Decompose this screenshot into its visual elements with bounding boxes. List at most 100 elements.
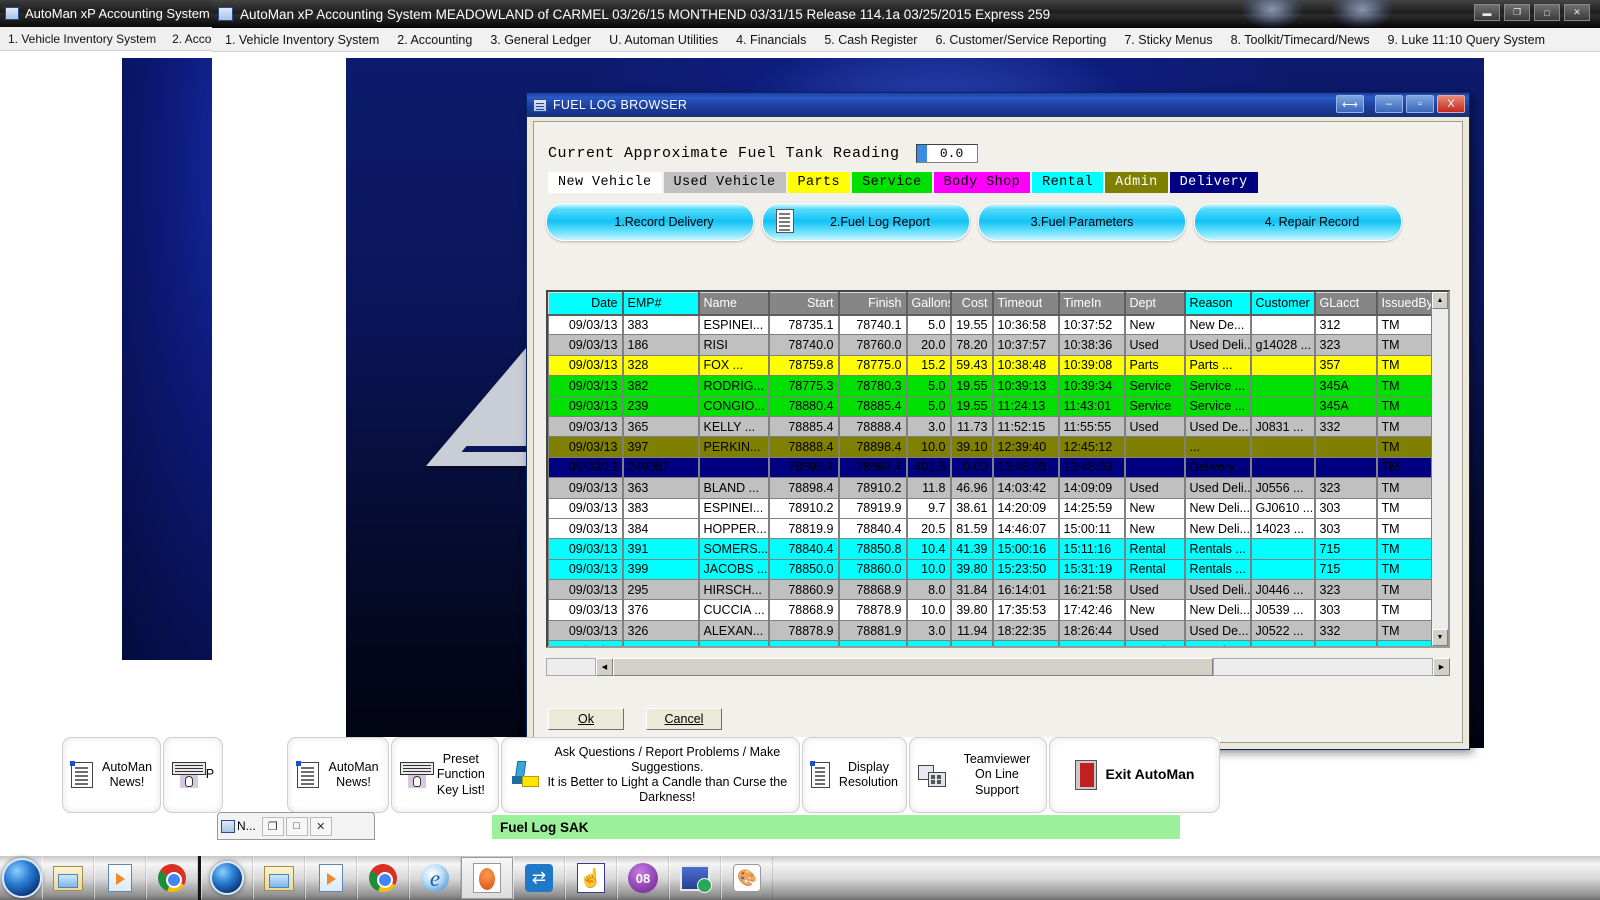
cell-timeout[interactable]: 17:35:53 xyxy=(993,600,1059,620)
cell-start[interactable]: 78898.4 xyxy=(769,457,839,477)
cell-name[interactable]: BLAND ... xyxy=(699,478,769,498)
action-button-3-fuel-parameters[interactable]: 3.Fuel Parameters xyxy=(978,203,1186,241)
taskbar-media-player-icon[interactable] xyxy=(94,857,146,899)
cell-date[interactable]: 09/04/13 xyxy=(549,641,623,646)
cell-customer[interactable] xyxy=(1251,457,1315,477)
cell-issuedby[interactable]: TM xyxy=(1377,478,1432,498)
cell-dept[interactable] xyxy=(1125,457,1185,477)
cell-start[interactable]: 78850.0 xyxy=(769,559,839,579)
windows-orb-icon[interactable] xyxy=(2,858,42,898)
teamviewer-support-button[interactable]: TeamviewerOn Line Support xyxy=(909,737,1047,813)
close-icon[interactable]: ✕ xyxy=(310,817,332,836)
taskbar-remote-monitor-icon[interactable] xyxy=(669,857,721,899)
cell-date[interactable]: 09/03/13 xyxy=(549,539,623,559)
cell-name[interactable]: ALEXAN... xyxy=(699,620,769,640)
cell-date[interactable]: 09/03/13 xyxy=(549,518,623,538)
cell-gallons[interactable]: 20.0 xyxy=(907,335,951,355)
cell-customer[interactable] xyxy=(1251,559,1315,579)
main-window-controls[interactable]: ▬ ❐ □ ✕ xyxy=(1474,4,1590,21)
column-header-customer[interactable]: Customer xyxy=(1251,293,1315,315)
category-new-vehicle[interactable]: New Vehicle xyxy=(548,172,662,193)
menu-item-automan-utilities[interactable]: U. Automan Utilities xyxy=(600,33,727,47)
cell-gallons[interactable]: 3.0 xyxy=(907,416,951,436)
cell-gallons[interactable]: 10.0 xyxy=(907,600,951,620)
cell-timein[interactable]: 10:38:36 xyxy=(1059,335,1125,355)
cell-cost[interactable]: 31.84 xyxy=(951,580,993,600)
cell-reason[interactable]: Used De... xyxy=(1185,620,1251,640)
automan-news-button[interactable]: AutoManNews! xyxy=(287,737,389,813)
category-delivery[interactable]: Delivery xyxy=(1170,172,1258,193)
scroll-up-icon[interactable]: ▲ xyxy=(1432,292,1448,309)
cell-emp[interactable]: 382 xyxy=(623,376,699,396)
cell-dept[interactable]: Rental xyxy=(1125,539,1185,559)
cell-timein[interactable]: 13:48:03 xyxy=(1059,457,1125,477)
cell-cost[interactable]: 11.94 xyxy=(951,620,993,640)
category-service[interactable]: Service xyxy=(852,172,932,193)
cell-dept[interactable]: New xyxy=(1125,498,1185,518)
cell-timeout[interactable]: 15:00:16 xyxy=(993,539,1059,559)
cancel-button[interactable]: Cancel xyxy=(646,708,722,730)
cell-dept[interactable]: Used xyxy=(1125,620,1185,640)
cell-cost[interactable]: 11.73 xyxy=(951,416,993,436)
cell-finish[interactable]: 78780.3 xyxy=(839,376,907,396)
column-header-timein[interactable]: TimeIn xyxy=(1059,293,1125,315)
cell-cost[interactable]: 19.55 xyxy=(951,315,993,335)
cell-cost[interactable]: 41.39 xyxy=(951,539,993,559)
cell-dept[interactable]: Used xyxy=(1125,335,1185,355)
cell-reason[interactable]: New De... xyxy=(1185,315,1251,335)
cell-customer[interactable]: J0522 ... xyxy=(1251,620,1315,640)
cell-cost[interactable]: 40.20 xyxy=(951,641,993,646)
restore-icon[interactable]: ❐ xyxy=(1504,4,1530,21)
horizontal-scroll-track-right[interactable] xyxy=(1213,658,1433,676)
cell-timeout[interactable]: 07:49:15 xyxy=(993,641,1059,646)
exit-automan-button[interactable]: Exit AutoMan xyxy=(1049,737,1220,813)
minimize-icon[interactable]: ▬ xyxy=(1474,4,1500,21)
cell-date[interactable]: 09/03/13 xyxy=(549,559,623,579)
cell-timeout[interactable]: 14:20:09 xyxy=(993,498,1059,518)
table-row[interactable]: 09/04/13391SOMERS...78881.978892.010.140… xyxy=(549,641,1432,646)
menu-item-sticky-menus[interactable]: 7. Sticky Menus xyxy=(1115,33,1221,47)
cell-name[interactable]: KELLY ... xyxy=(699,416,769,436)
cell-emp[interactable]: 383 xyxy=(623,498,699,518)
table-body[interactable]: 09/03/13383ESPINEI...78735.178740.15.019… xyxy=(549,315,1432,647)
cell-timein[interactable]: 11:55:55 xyxy=(1059,416,1125,436)
cell-finish[interactable]: 78868.9 xyxy=(839,580,907,600)
menu-item-cash-register[interactable]: 5. Cash Register xyxy=(815,33,926,47)
cell-finish[interactable]: 78898.4 xyxy=(839,437,907,457)
cell-issuedby[interactable]: TM xyxy=(1377,457,1432,477)
cell-date[interactable]: 09/03/13 xyxy=(549,620,623,640)
dialog-window-controls[interactable]: ⟷ – ▫ X xyxy=(1336,95,1465,113)
category-rental[interactable]: Rental xyxy=(1032,172,1103,193)
cell-gallons[interactable]: 15.2 xyxy=(907,355,951,375)
column-header-timeout[interactable]: Timeout xyxy=(993,293,1059,315)
cell-date[interactable]: 09/03/13 xyxy=(549,416,623,436)
cell-name[interactable]: RISI xyxy=(699,335,769,355)
cell-gallons[interactable]: 5.0 xyxy=(907,376,951,396)
cell-issuedby[interactable]: TM xyxy=(1377,376,1432,396)
cell-reason[interactable]: Rentals ... xyxy=(1185,559,1251,579)
grid-scroll-region[interactable]: DateEMP#NameStartFinishGallonsCostTimeou… xyxy=(548,292,1431,646)
cell-timein[interactable]: 18:26:44 xyxy=(1059,620,1125,640)
column-header-emp[interactable]: EMP# xyxy=(623,293,699,315)
cell-gallons[interactable]: 20.5 xyxy=(907,518,951,538)
cell-issuedby[interactable]: TM xyxy=(1377,416,1432,436)
cell-dept[interactable]: Used xyxy=(1125,478,1185,498)
table-row[interactable]: 09/03/13239CONGIO...78880.478885.45.019.… xyxy=(549,396,1432,416)
cell-customer[interactable]: J0539 ... xyxy=(1251,600,1315,620)
cell-issuedby[interactable]: TM xyxy=(1377,580,1432,600)
cell-timeout[interactable]: 16:14:01 xyxy=(993,580,1059,600)
taskbar-folder-icon[interactable] xyxy=(42,857,94,899)
preset-function-key-list-button[interactable]: Preset FunctionKey List! xyxy=(391,737,499,813)
category-legend[interactable]: New VehicleUsed VehiclePartsServiceBody … xyxy=(548,172,1462,193)
cell-name[interactable]: ESPINEI... xyxy=(699,315,769,335)
cell-dept[interactable]: New xyxy=(1125,315,1185,335)
cell-name[interactable]: SOMERS... xyxy=(699,539,769,559)
menu-item-luke-query-system[interactable]: 9. Luke 11:10 Query System xyxy=(1379,33,1555,47)
automan-news-button-back[interactable]: AutoManNews! xyxy=(62,737,161,813)
column-header-start[interactable]: Start xyxy=(769,293,839,315)
cell-finish[interactable]: 78910.2 xyxy=(839,478,907,498)
cell-emp[interactable]: 383 xyxy=(623,315,699,335)
table-row[interactable]: 09/03/13328FOX ...78759.878775.015.259.4… xyxy=(549,355,1432,375)
cell-emp[interactable]: 391 xyxy=(623,539,699,559)
table-row[interactable]: 09/03/13383ESPINEI...78735.178740.15.019… xyxy=(549,315,1432,335)
